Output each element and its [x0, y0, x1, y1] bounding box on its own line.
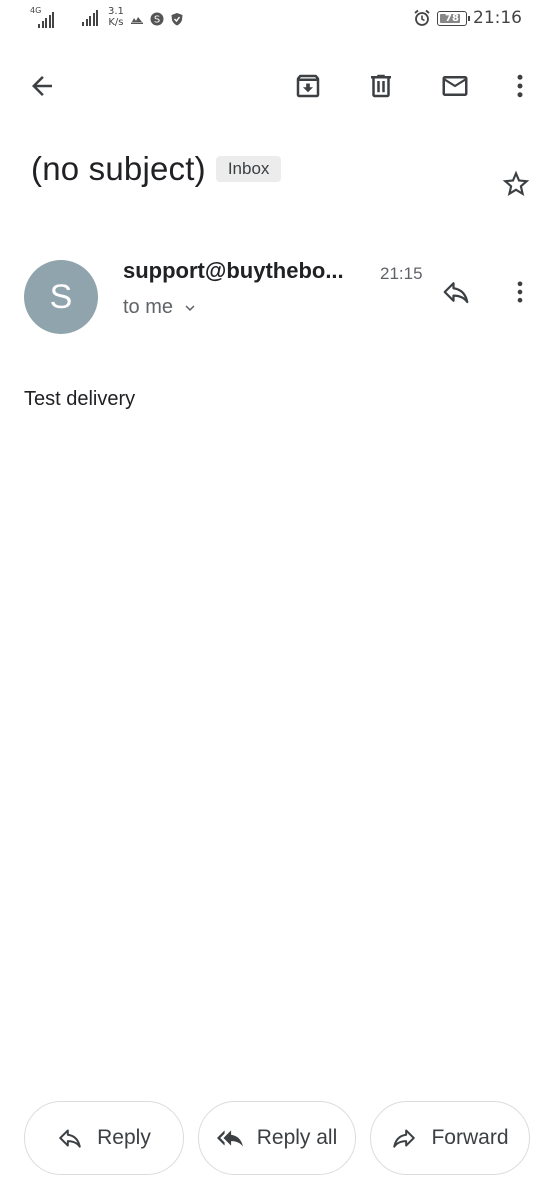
- star-button[interactable]: [496, 164, 536, 204]
- network-speed-value: 3.1: [108, 6, 124, 17]
- status-bar: 4G 3.1 K/s S 78 21:16: [0, 0, 554, 40]
- battery-level: 78: [445, 12, 459, 24]
- status-clock: 21:16: [473, 8, 522, 28]
- reply-icon: [443, 282, 469, 304]
- subject-row: (no subject) Inbox: [31, 150, 282, 188]
- email-toolbar: [0, 62, 554, 114]
- reply-icon: [59, 1129, 81, 1148]
- battery-indicator: 78: [437, 10, 470, 26]
- more-vert-icon: [517, 281, 523, 303]
- more-vert-icon: [517, 74, 523, 98]
- shield-icon: [171, 13, 183, 26]
- status-left: 4G 3.1 K/s S: [30, 6, 184, 28]
- network-type-indicator: 4G: [30, 6, 60, 28]
- action-buttons: Reply Reply all Forward: [24, 1101, 530, 1175]
- delete-button[interactable]: [357, 62, 405, 110]
- avatar-initial: S: [49, 277, 73, 316]
- sender-avatar[interactable]: S: [24, 260, 98, 334]
- reply-all-button-label: Reply all: [256, 1126, 338, 1149]
- alarm-icon: [414, 9, 430, 26]
- forward-button-label: Forward: [431, 1126, 509, 1149]
- sender-address: support@buythebo...: [123, 258, 344, 283]
- mark-unread-button[interactable]: [431, 62, 479, 110]
- forward-button[interactable]: Forward: [370, 1101, 530, 1175]
- recipient-text: to me: [123, 296, 174, 318]
- inbox-label-chip[interactable]: Inbox: [215, 156, 282, 182]
- reply-all-button[interactable]: Reply all: [198, 1101, 356, 1175]
- more-options-button[interactable]: [496, 62, 544, 110]
- archive-icon: [296, 74, 320, 98]
- recipient-details-toggle[interactable]: to me: [123, 296, 199, 319]
- email-subject: (no subject): [31, 150, 206, 187]
- svg-text:S: S: [154, 15, 160, 26]
- email-body: Test delivery: [24, 388, 136, 410]
- reply-button[interactable]: Reply: [24, 1101, 184, 1175]
- back-arrow-icon: [32, 76, 52, 96]
- network-speed: 3.1 K/s: [108, 6, 124, 28]
- network-speed-unit: K/s: [108, 17, 124, 28]
- signal-strength-icon-2: [82, 10, 98, 26]
- forward-icon: [393, 1129, 416, 1148]
- status-right: 78 21:16: [413, 8, 522, 28]
- quick-reply-button[interactable]: [432, 268, 480, 316]
- mail-icon: [442, 76, 468, 96]
- message-more-button[interactable]: [496, 268, 544, 316]
- back-button[interactable]: [18, 62, 66, 110]
- notification-app-icon: [130, 17, 143, 24]
- delete-icon: [371, 74, 391, 98]
- archive-button[interactable]: [284, 62, 332, 110]
- email-time: 21:15: [380, 264, 423, 283]
- reply-all-icon: [216, 1130, 243, 1147]
- chevron-down-icon: [185, 304, 195, 311]
- signal-strength-icon-1: [38, 12, 54, 28]
- reply-button-label: Reply: [97, 1126, 151, 1149]
- skype-icon: S: [150, 12, 164, 26]
- star-outline-icon: [502, 170, 530, 196]
